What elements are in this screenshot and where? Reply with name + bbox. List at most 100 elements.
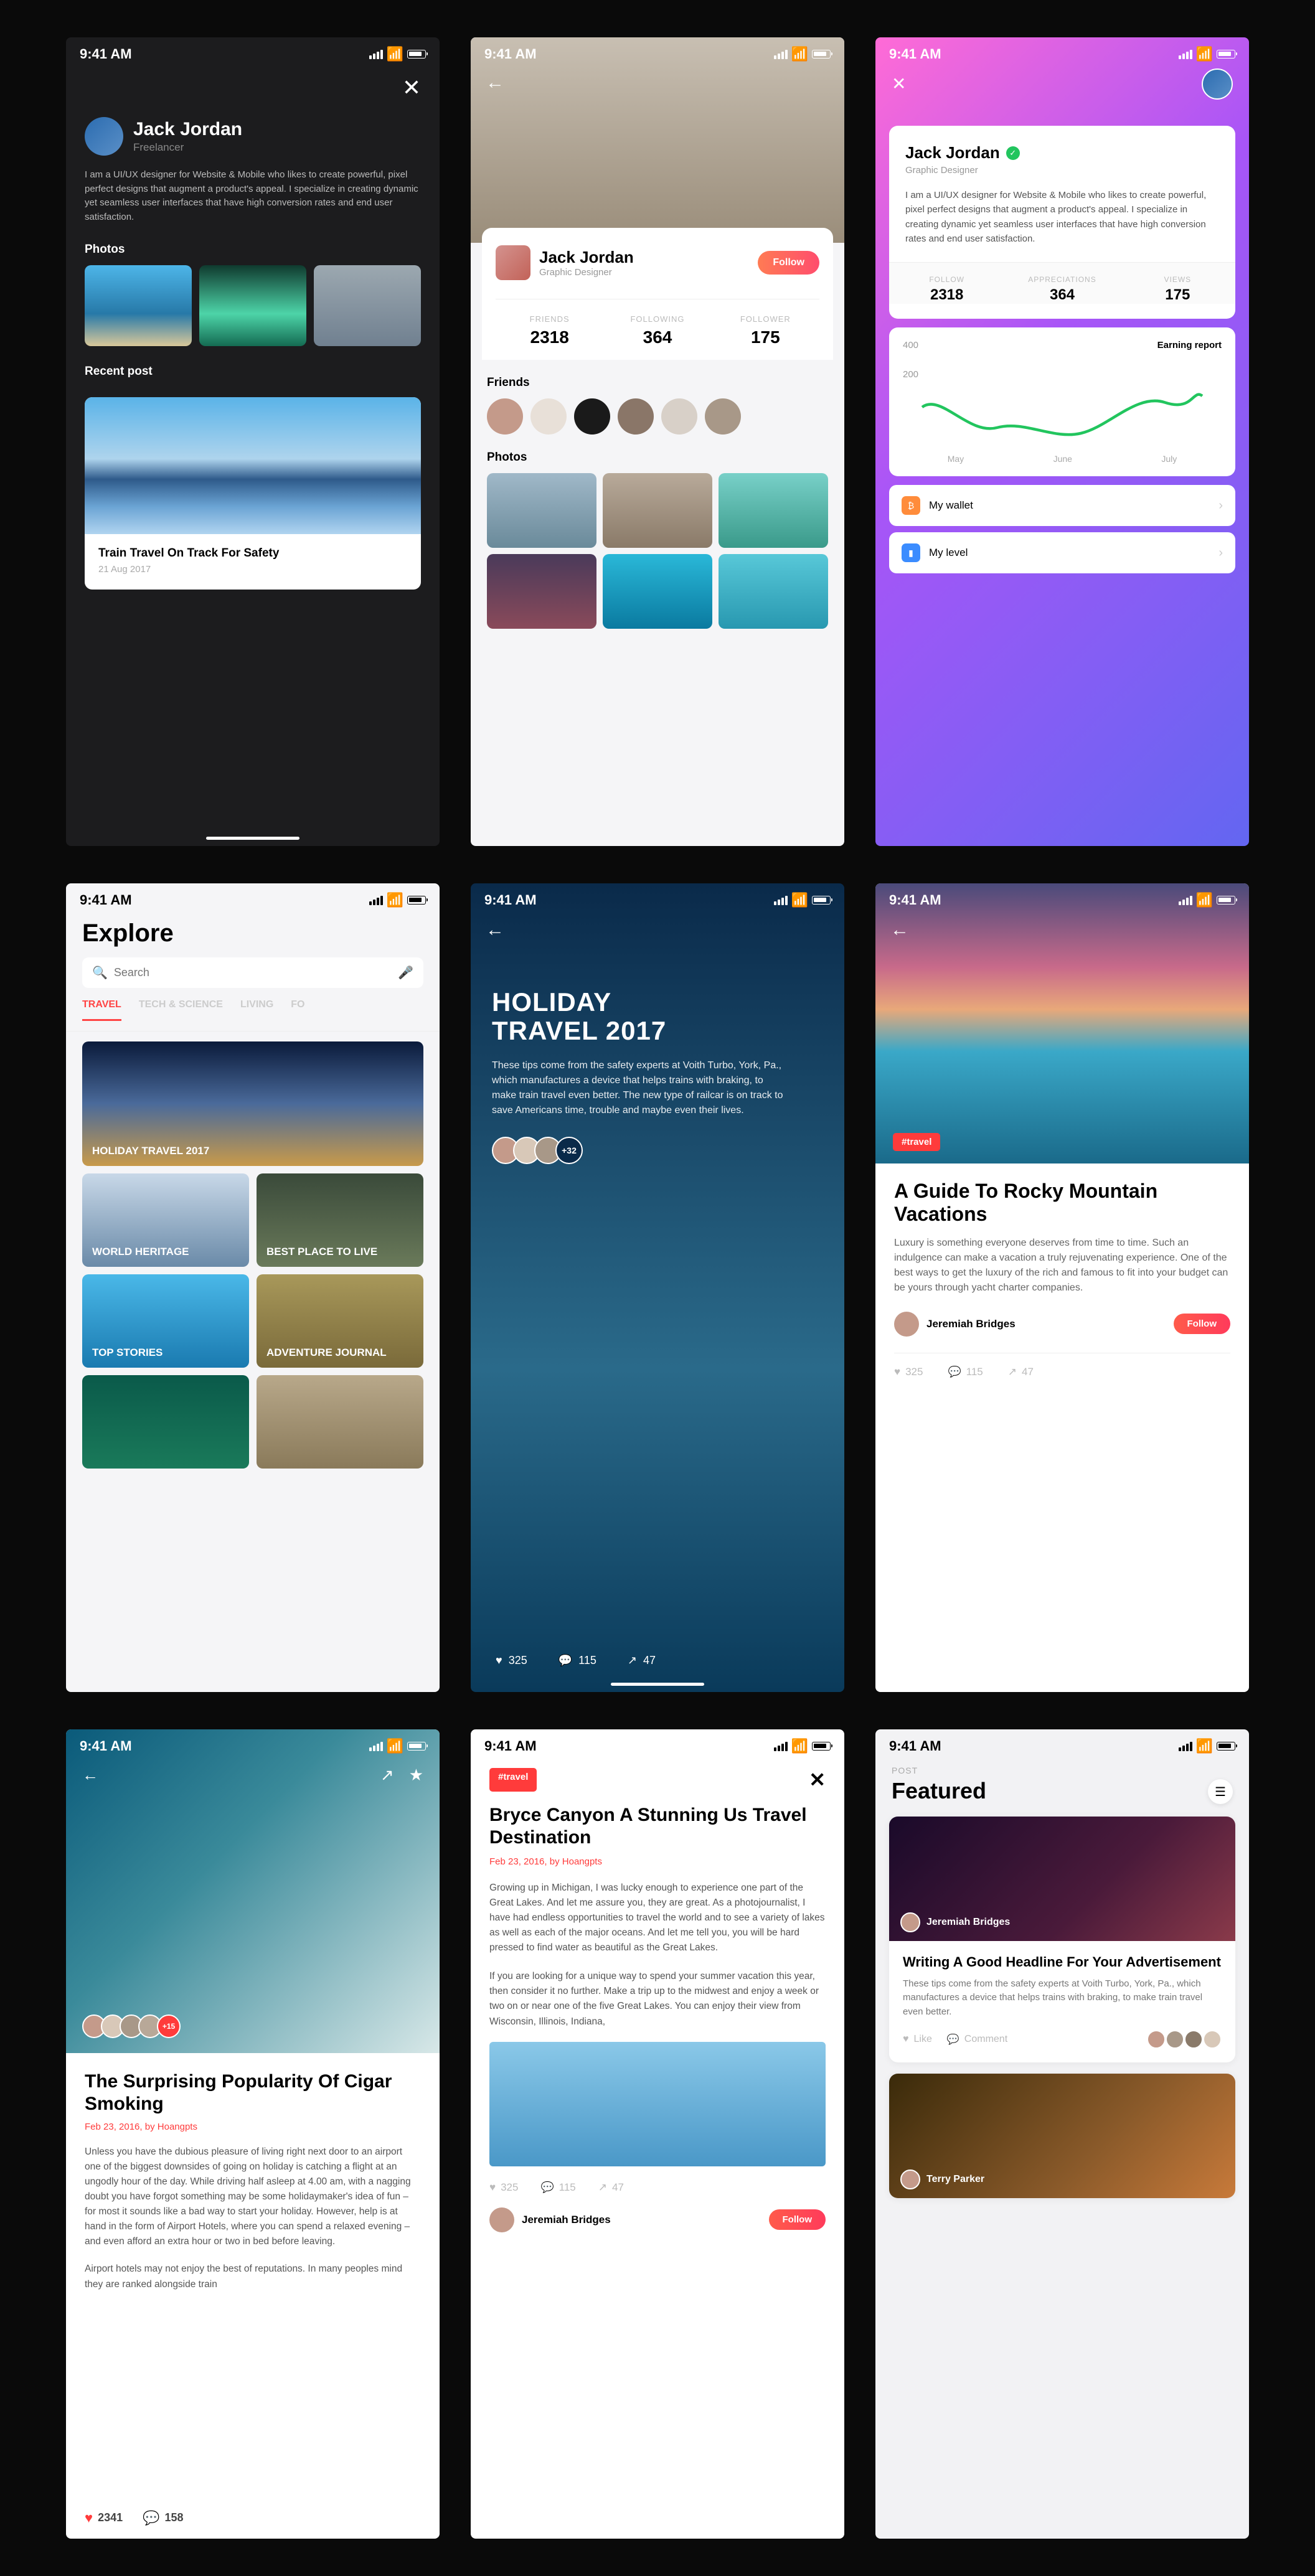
post-card[interactable]: Terry Parker <box>889 2074 1235 2198</box>
status-bar: 9:41 AM 📶 <box>875 883 1249 913</box>
article-title: Bryce Canyon A Stunning Us Travel Destin… <box>489 1804 826 1849</box>
article-title: The Surprising Popularity Of Cigar Smoki… <box>85 2071 421 2115</box>
menu-wallet[interactable]: ₿My wallet› <box>889 485 1235 526</box>
mic-icon[interactable]: 🎤 <box>398 965 413 980</box>
author-name: Jeremiah Bridges <box>522 2214 611 2226</box>
chart-title: Earning report <box>1157 340 1222 350</box>
photo-thumb[interactable] <box>487 554 596 629</box>
close-icon[interactable]: ✕ <box>892 73 906 94</box>
article-author[interactable]: Hoangpts <box>562 1856 602 1867</box>
comment-button[interactable]: 💬115 <box>540 2181 575 2194</box>
status-bar: 9:41 AM 📶 <box>875 37 1249 67</box>
comment-button[interactable]: 💬Comment <box>947 2033 1007 2046</box>
status-bar: 9:41 AM 📶 <box>875 1729 1249 1759</box>
page-title: Explore <box>66 913 440 957</box>
tile[interactable]: ADVENTURE JOURNAL <box>257 1274 423 1368</box>
tab-travel[interactable]: TRAVEL <box>82 999 121 1021</box>
author-avatar[interactable] <box>894 1312 919 1337</box>
friend-avatar[interactable] <box>661 398 697 435</box>
post-card[interactable]: Jeremiah Bridges Writing A Good Headline… <box>889 1817 1235 2062</box>
article-author[interactable]: Hoangpts <box>158 2122 197 2132</box>
status-bar: 9:41 AM 📶 <box>471 883 844 913</box>
friend-avatar[interactable] <box>530 398 567 435</box>
back-icon[interactable]: ← <box>82 1765 98 1785</box>
tab-living[interactable]: LIVING <box>240 999 273 1021</box>
photo-thumb[interactable] <box>719 554 828 629</box>
tab-more[interactable]: FO <box>291 999 304 1021</box>
avatar[interactable] <box>85 117 123 156</box>
photo-thumb[interactable] <box>314 265 421 346</box>
friend-avatar[interactable] <box>618 398 654 435</box>
back-icon[interactable]: ← <box>890 919 909 941</box>
tile[interactable]: BEST PLACE TO LIVE <box>257 1173 423 1267</box>
like-button[interactable]: ♥2341 <box>85 2510 123 2526</box>
tab-tech[interactable]: TECH & SCIENCE <box>139 999 223 1021</box>
avatar[interactable] <box>496 245 530 280</box>
section-photos: Photos <box>66 224 440 265</box>
profile-name: Jack Jordan <box>133 119 242 140</box>
tile[interactable]: WORLD HERITAGE <box>82 1173 249 1267</box>
stat-value: 2318 <box>889 286 1004 304</box>
earning-chart: 400Earning report 200 MayJuneJuly <box>889 327 1235 476</box>
star-icon[interactable]: ★ <box>409 1765 423 1785</box>
search-input[interactable]: 🔍🎤 <box>82 957 423 988</box>
photo-thumb[interactable] <box>199 265 306 346</box>
heart-icon: ♥ <box>496 1654 502 1667</box>
level-icon: ▮ <box>902 543 920 562</box>
comment-icon: 💬 <box>540 2181 554 2194</box>
article-body: Airport hotels may not enjoy the best of… <box>85 2262 421 2292</box>
home-indicator[interactable] <box>206 837 299 840</box>
like-button[interactable]: ♥Like <box>903 2034 932 2045</box>
stat-value: 175 <box>712 327 819 347</box>
share-button[interactable]: ↗47 <box>628 1654 656 1667</box>
photo-thumb[interactable] <box>603 473 712 548</box>
chevron-right-icon: › <box>1218 499 1223 513</box>
close-icon[interactable]: ✕ <box>809 1768 826 1792</box>
photo-thumb[interactable] <box>603 554 712 629</box>
friend-avatar[interactable] <box>487 398 523 435</box>
status-bar: 9:41 AM 📶 <box>471 37 844 67</box>
photo-thumb[interactable] <box>719 473 828 548</box>
filter-icon[interactable]: ☰ <box>1208 1779 1233 1804</box>
tile[interactable] <box>82 1375 249 1469</box>
tag-travel[interactable]: #travel <box>489 1768 537 1792</box>
back-icon[interactable]: ← <box>486 72 504 93</box>
like-button[interactable]: ♥325 <box>489 2181 518 2194</box>
like-button[interactable]: ♥325 <box>894 1366 923 1378</box>
friend-avatar[interactable] <box>705 398 741 435</box>
tile-hero[interactable]: HOLIDAY TRAVEL 2017 <box>82 1041 423 1166</box>
wallet-icon: ₿ <box>902 496 920 515</box>
post-card[interactable]: Train Travel On Track For Safety 21 Aug … <box>85 397 421 590</box>
author-avatar[interactable] <box>489 2207 514 2232</box>
heart-icon: ♥ <box>489 2181 496 2194</box>
follow-button[interactable]: Follow <box>758 251 819 275</box>
comment-button[interactable]: 💬158 <box>143 2510 183 2526</box>
tag-travel[interactable]: #travel <box>893 1133 940 1151</box>
post-title: Train Travel On Track For Safety <box>98 547 407 560</box>
status-time: 9:41 AM <box>484 892 537 908</box>
comment-button[interactable]: 💬115 <box>948 1366 983 1378</box>
home-indicator[interactable] <box>611 1683 704 1686</box>
share-button[interactable]: ↗47 <box>1008 1366 1034 1378</box>
follow-button[interactable]: Follow <box>1174 1314 1231 1334</box>
comment-button[interactable]: 💬115 <box>559 1654 596 1667</box>
share-icon: ↗ <box>598 2181 607 2194</box>
tile[interactable] <box>257 1375 423 1469</box>
share-icon[interactable]: ↗ <box>380 1765 394 1785</box>
author-avatar <box>900 1912 920 1932</box>
avatar[interactable] <box>1202 68 1233 100</box>
reader-more[interactable]: +32 <box>555 1137 583 1164</box>
tile[interactable]: TOP STORIES <box>82 1274 249 1368</box>
share-button[interactable]: ↗47 <box>598 2181 624 2194</box>
post-date: 21 Aug 2017 <box>98 564 407 575</box>
friend-avatar[interactable] <box>574 398 610 435</box>
follow-button[interactable]: Follow <box>769 2209 826 2230</box>
reader-more[interactable]: +15 <box>157 2014 181 2038</box>
chart-month: May <box>948 454 964 464</box>
like-button[interactable]: ♥325 <box>496 1654 527 1667</box>
photo-thumb[interactable] <box>487 473 596 548</box>
photo-thumb[interactable] <box>85 265 192 346</box>
menu-level[interactable]: ▮My level› <box>889 532 1235 573</box>
chart-line <box>903 388 1222 444</box>
close-icon[interactable]: ✕ <box>402 75 421 101</box>
